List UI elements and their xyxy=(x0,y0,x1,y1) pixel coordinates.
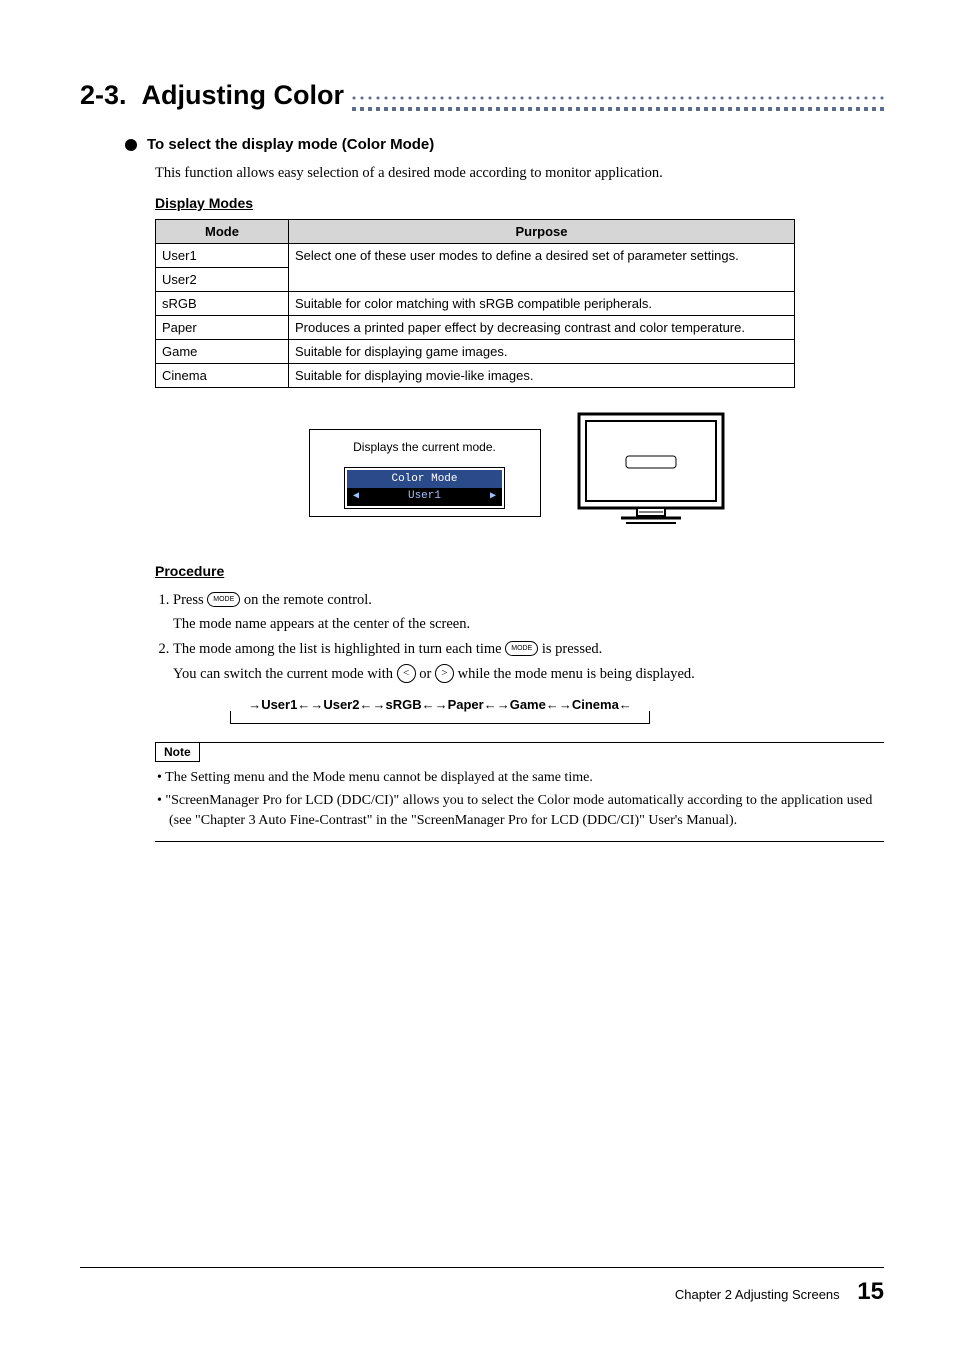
step-subtext-part: while the mode menu is being displayed. xyxy=(458,666,695,682)
mode-cell: User2 xyxy=(156,267,289,291)
step-text: is pressed. xyxy=(542,641,602,657)
figure-row: Displays the current mode. Color Mode ◀ … xyxy=(155,408,884,538)
osd-body: ◀ User1 ▶ xyxy=(347,488,502,506)
subsection-heading-row: To select the display mode (Color Mode) xyxy=(125,136,884,153)
mode-cell: Paper xyxy=(156,315,289,339)
purpose-cell: Suitable for displaying movie-like image… xyxy=(289,363,795,387)
triangle-left-icon: ◀ xyxy=(353,490,359,502)
purpose-cell: Suitable for color matching with sRGB co… xyxy=(289,291,795,315)
purpose-cell: Select one of these user modes to define… xyxy=(289,243,795,291)
table-row: User1 Select one of these user modes to … xyxy=(156,243,795,267)
note-heading: Note xyxy=(155,743,200,762)
purpose-cell: Produces a printed paper effect by decre… xyxy=(289,315,795,339)
subsection-heading: To select the display mode (Color Mode) xyxy=(147,136,434,153)
table-row: Game Suitable for displaying game images… xyxy=(156,339,795,363)
section-content: To select the display mode (Color Mode) … xyxy=(80,136,884,842)
callout-label: Displays the current mode. xyxy=(310,440,540,454)
note-item: "ScreenManager Pro for LCD (DDC/CI)" all… xyxy=(157,791,884,832)
procedure-step: The mode among the list is highlighted i… xyxy=(173,636,884,685)
procedure-heading: Procedure xyxy=(155,563,884,579)
step-subtext: The mode name appears at the center of t… xyxy=(173,614,884,636)
step-text: The mode among the list is highlighted i… xyxy=(173,641,505,657)
footer-chapter: Chapter 2 Adjusting Screens xyxy=(675,1287,840,1302)
document-page: 2-3. Adjusting Color To select the displ… xyxy=(0,0,954,1350)
step-subtext-part: You can switch the current mode with xyxy=(173,666,397,682)
note-item: The Setting menu and the Mode menu canno… xyxy=(157,768,884,788)
section-heading: 2-3. Adjusting Color xyxy=(80,80,350,111)
monitor-icon xyxy=(571,408,731,538)
osd-preview: Color Mode ◀ User1 ▶ xyxy=(345,468,504,508)
mode-cell: Cinema xyxy=(156,363,289,387)
mode-cycle-diagram: →User1←→User2←→sRGB←→Paper←→Game←→Cinema… xyxy=(230,695,650,714)
step-text: Press xyxy=(173,592,207,608)
section-title-text: Adjusting Color xyxy=(142,80,344,110)
mode-button-icon: MODE xyxy=(207,592,240,607)
left-button-icon: < xyxy=(397,664,416,683)
cycle-loop-line xyxy=(230,711,650,724)
procedure-list: Press MODE on the remote control. The mo… xyxy=(155,587,884,686)
purpose-cell: Suitable for displaying game images. xyxy=(289,339,795,363)
step-text: on the remote control. xyxy=(244,592,372,608)
page-footer: Chapter 2 Adjusting Screens 15 xyxy=(675,1278,884,1306)
heading-dotted-rule xyxy=(350,96,884,100)
display-modes-table: Mode Purpose User1 Select one of these u… xyxy=(155,219,795,388)
osd-title: Color Mode xyxy=(347,470,502,488)
procedure-step: Press MODE on the remote control. The mo… xyxy=(173,587,884,636)
footer-rule xyxy=(80,1267,884,1268)
bullet-icon xyxy=(125,139,137,151)
osd-value: User1 xyxy=(408,490,441,502)
mode-cycle-text: →User1←→User2←→sRGB←→Paper←→Game←→Cinema… xyxy=(248,697,632,712)
note-block: Note The Setting menu and the Mode menu … xyxy=(155,742,884,842)
section-number: 2-3. xyxy=(80,80,127,110)
right-button-icon: > xyxy=(435,664,454,683)
mode-cell: sRGB xyxy=(156,291,289,315)
step-subtext-part: or xyxy=(419,666,435,682)
step-subtext: You can switch the current mode with < o… xyxy=(173,664,884,686)
table-header-purpose: Purpose xyxy=(289,219,795,243)
display-modes-heading: Display Modes xyxy=(155,195,884,211)
mode-cell: User1 xyxy=(156,243,289,267)
footer-page-number: 15 xyxy=(857,1278,884,1305)
triangle-right-icon: ▶ xyxy=(490,490,496,502)
section-heading-row: 2-3. Adjusting Color xyxy=(80,80,884,111)
mode-cell: Game xyxy=(156,339,289,363)
note-list: The Setting menu and the Mode menu canno… xyxy=(155,768,884,831)
subsection-body: This function allows easy selection of a… xyxy=(125,163,884,842)
mode-button-icon: MODE xyxy=(505,641,538,656)
table-row: Cinema Suitable for displaying movie-lik… xyxy=(156,363,795,387)
callout-box: Displays the current mode. Color Mode ◀ … xyxy=(309,429,541,517)
table-row: Paper Produces a printed paper effect by… xyxy=(156,315,795,339)
intro-text: This function allows easy selection of a… xyxy=(155,163,884,185)
table-row: sRGB Suitable for color matching with sR… xyxy=(156,291,795,315)
table-header-mode: Mode xyxy=(156,219,289,243)
